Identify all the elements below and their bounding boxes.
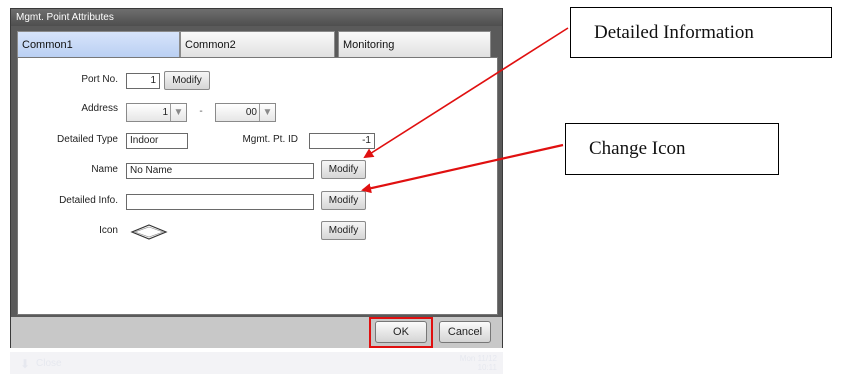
arrow-to-detailed-info-modify bbox=[361, 143, 564, 194]
annotation-arrows bbox=[361, 27, 569, 194]
arrow-to-name-modify bbox=[363, 27, 569, 159]
